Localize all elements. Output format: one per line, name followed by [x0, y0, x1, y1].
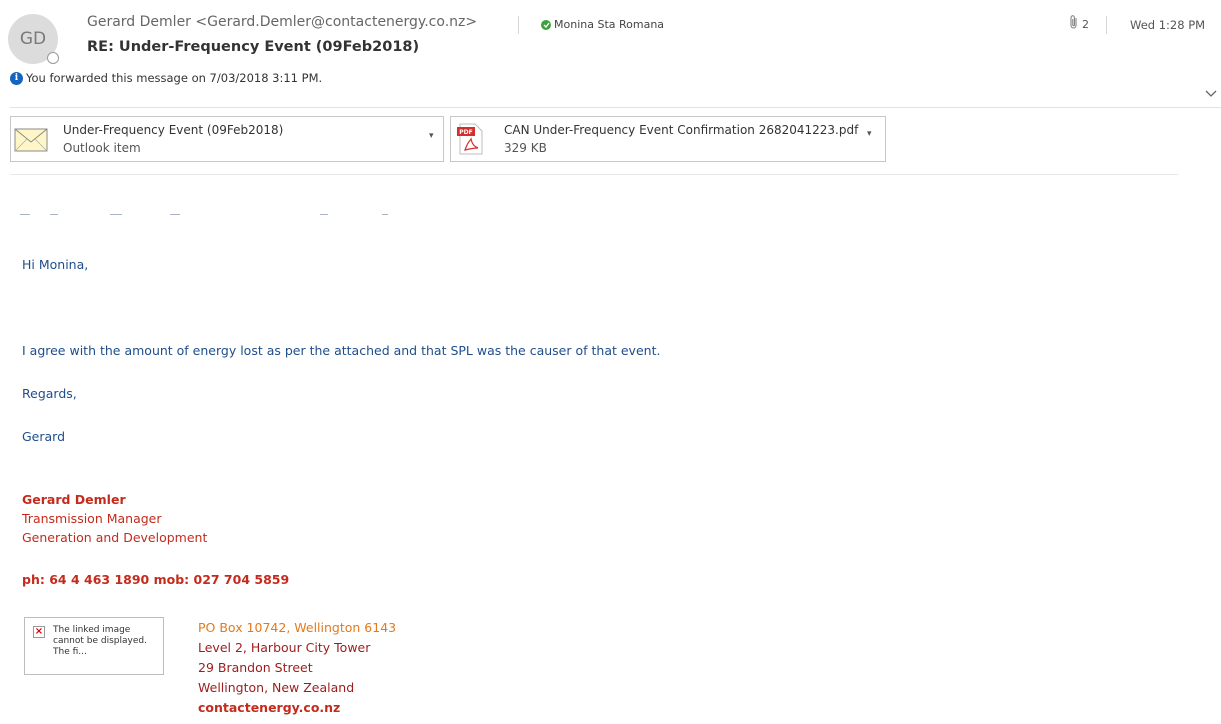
sign-off-name: Gerard: [22, 429, 66, 444]
signature-department: Generation and Development: [22, 530, 208, 545]
header-divider: [518, 16, 519, 34]
avatar-initials: GD: [19, 29, 47, 49]
svg-text:PDF: PDF: [459, 129, 472, 136]
attachment-outlook-item[interactable]: Under-Frequency Event (09Feb2018) Outloo…: [10, 116, 444, 162]
closing: Regards,: [22, 386, 77, 401]
signature-name: Gerard Demler: [22, 492, 126, 507]
envelope-icon: [14, 128, 48, 152]
signature-address-line2: 29 Brandon Street: [198, 660, 313, 675]
body-paragraph: I agree with the amount of energy lost a…: [22, 343, 661, 358]
recipient[interactable]: Monina Sta Romana: [541, 18, 664, 31]
header-divider-2: [1106, 16, 1107, 34]
greeting: Hi Monina,: [22, 257, 89, 272]
attachment-count: 2: [1082, 18, 1089, 31]
signature-address-line3: Wellington, New Zealand: [198, 680, 355, 695]
received-date: Wed 1:28 PM: [1130, 18, 1206, 32]
attachment-pdf[interactable]: PDF CAN Under-Frequency Event Confirmati…: [450, 116, 886, 162]
sender[interactable]: Gerard Demler <Gerard.Demler@contactener…: [87, 14, 477, 30]
signature-title: Transmission Manager: [22, 511, 162, 526]
attachment-name: CAN Under-Frequency Event Confirmation 2…: [504, 123, 859, 137]
header-separator: [10, 107, 1221, 108]
broken-image-text: The linked image cannot be displayed. Th…: [53, 625, 147, 657]
broken-image-icon: ×: [33, 626, 45, 638]
attachment-dropdown-icon[interactable]: ▾: [429, 131, 434, 141]
signature-phones: ph: 64 4 463 1890 mob: 027 704 5859: [22, 572, 290, 587]
online-check-icon: [541, 19, 551, 30]
attachment-dropdown-icon[interactable]: ▾: [867, 129, 872, 139]
pdf-icon: PDF: [457, 123, 483, 155]
chevron-down-icon[interactable]: [1205, 83, 1217, 102]
broken-image-placeholder: × The linked image cannot be displayed. …: [24, 617, 164, 675]
paperclip-icon: [1069, 14, 1079, 34]
signature-website-link[interactable]: contactenergy.co.nz: [198, 700, 340, 715]
attachment-meta: Outlook item: [63, 141, 141, 155]
presence-status-icon: [47, 52, 59, 64]
signature-po-box: PO Box 10742, Wellington 6143: [198, 620, 397, 635]
info-icon: i: [10, 71, 23, 85]
recipient-name: Monina Sta Romana: [554, 18, 665, 31]
forward-notice-text: You forwarded this message on 7/03/2018 …: [26, 71, 323, 85]
attachment-name: Under-Frequency Event (09Feb2018): [63, 123, 284, 137]
cropped-text-remnant: [20, 214, 388, 215]
signature-address-line1: Level 2, Harbour City Tower: [198, 640, 371, 655]
message-subject: RE: Under-Frequency Event (09Feb2018): [87, 39, 420, 55]
attachment-meta: 329 KB: [504, 141, 547, 155]
forward-notice: i You forwarded this message on 7/03/201…: [10, 71, 322, 85]
attachments-separator: [10, 174, 1178, 175]
